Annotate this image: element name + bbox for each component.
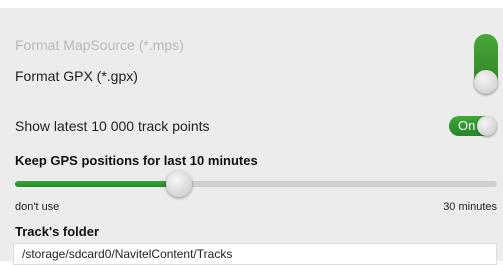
settings-panel: Format MapSource (*.mps) Format GPX (*.g… [0, 0, 503, 265]
slider-min-label: don't use [15, 201, 60, 213]
slider-thumb[interactable] [165, 171, 192, 197]
slider-max-label: 30 minutes [443, 201, 497, 213]
format-selector-switch[interactable] [474, 34, 498, 94]
track-points-toggle[interactable]: On [449, 116, 497, 136]
tracks-folder-label: Track's folder [15, 224, 100, 239]
gps-retention-label: Keep GPS positions for last 10 minutes [15, 153, 258, 168]
toggle-knob[interactable] [477, 116, 497, 136]
tracks-folder-path: /storage/sdcard0/NavitelContent/Tracks [22, 247, 233, 261]
format-gpx-option[interactable]: Format GPX (*.gpx) [15, 68, 138, 84]
tracks-folder-input[interactable]: /storage/sdcard0/NavitelContent/Tracks [13, 243, 497, 265]
gps-retention-slider[interactable] [15, 171, 497, 197]
track-points-label: Show latest 10 000 track points [15, 118, 210, 134]
toggle-state-label: On [458, 118, 476, 133]
slider-fill [15, 181, 179, 187]
format-mapsource-option[interactable]: Format MapSource (*.mps) [15, 37, 184, 53]
format-switch-knob[interactable] [474, 70, 498, 94]
